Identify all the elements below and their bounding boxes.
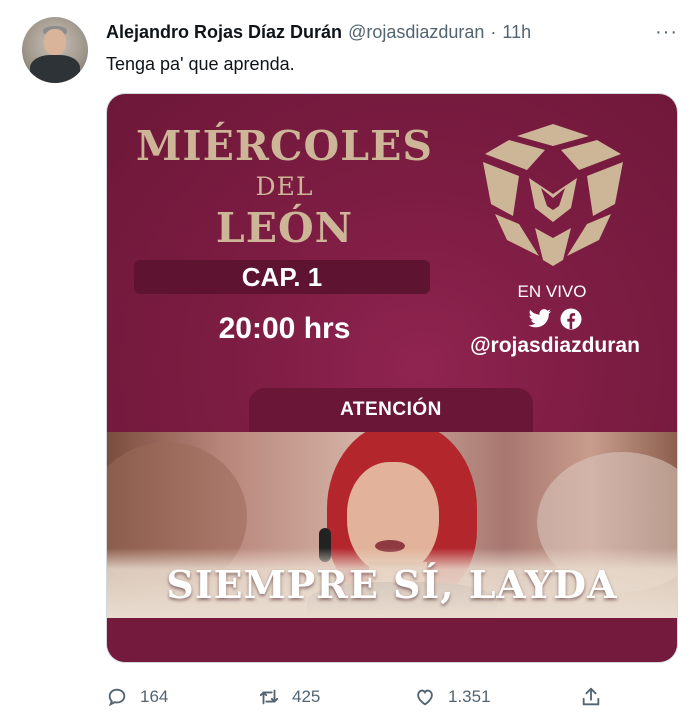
facebook-icon bbox=[560, 308, 582, 330]
retweet-button[interactable]: 425 bbox=[258, 684, 320, 710]
retweet-count: 425 bbox=[292, 687, 321, 706]
live-label: EN VIVO bbox=[517, 282, 587, 301]
media-time: 20:00 hrs bbox=[218, 312, 351, 345]
more-options-button[interactable]: ··· bbox=[655, 20, 678, 44]
reply-button[interactable]: 164 bbox=[106, 684, 168, 710]
heart-icon bbox=[417, 689, 433, 706]
display-name[interactable]: Alejandro Rojas Díaz Durán bbox=[106, 22, 342, 43]
separator-dot: · bbox=[490, 21, 497, 42]
share-icon bbox=[582, 687, 600, 706]
attention-tab: ATENCIÓN bbox=[249, 388, 533, 432]
social-icons bbox=[525, 306, 585, 332]
like-button[interactable]: 1.351 bbox=[414, 684, 491, 710]
reply-count: 164 bbox=[140, 687, 169, 706]
tweet-timestamp[interactable]: 11h bbox=[502, 22, 531, 43]
media-footer-band bbox=[107, 618, 677, 662]
tweet-header: Alejandro Rojas Díaz Durán @rojasdiazdur… bbox=[106, 20, 531, 44]
media-handle: @rojasdiazduran bbox=[470, 334, 640, 357]
chapter-badge: CAP. 1 bbox=[134, 260, 430, 294]
user-handle[interactable]: @rojasdiazduran bbox=[348, 22, 484, 43]
avatar[interactable] bbox=[22, 17, 88, 83]
media-headline: SIEMPRE SÍ, LAYDA bbox=[166, 562, 618, 607]
reply-icon bbox=[108, 688, 126, 707]
tweet-media-image[interactable]: MIÉRCOLES DEL LEÓN CAP. 1 20:00 hrs EN V… bbox=[107, 94, 677, 662]
media-title-line1: MIÉRCOLES bbox=[136, 122, 433, 170]
lion-shield-logo-icon bbox=[483, 124, 623, 266]
like-count: 1.351 bbox=[448, 687, 491, 706]
media-title-line3: LEÓN bbox=[215, 204, 354, 252]
tweet-actions: 164 425 1.351 bbox=[106, 684, 606, 710]
tweet: Alejandro Rojas Díaz Durán @rojasdiazdur… bbox=[0, 0, 700, 726]
tweet-text: Tenga pa' que aprenda. bbox=[106, 54, 295, 74]
twitter-bird-icon bbox=[528, 309, 552, 328]
share-button[interactable] bbox=[580, 684, 602, 710]
retweet-icon bbox=[259, 689, 279, 705]
media-title-line2: DEL bbox=[255, 172, 314, 201]
